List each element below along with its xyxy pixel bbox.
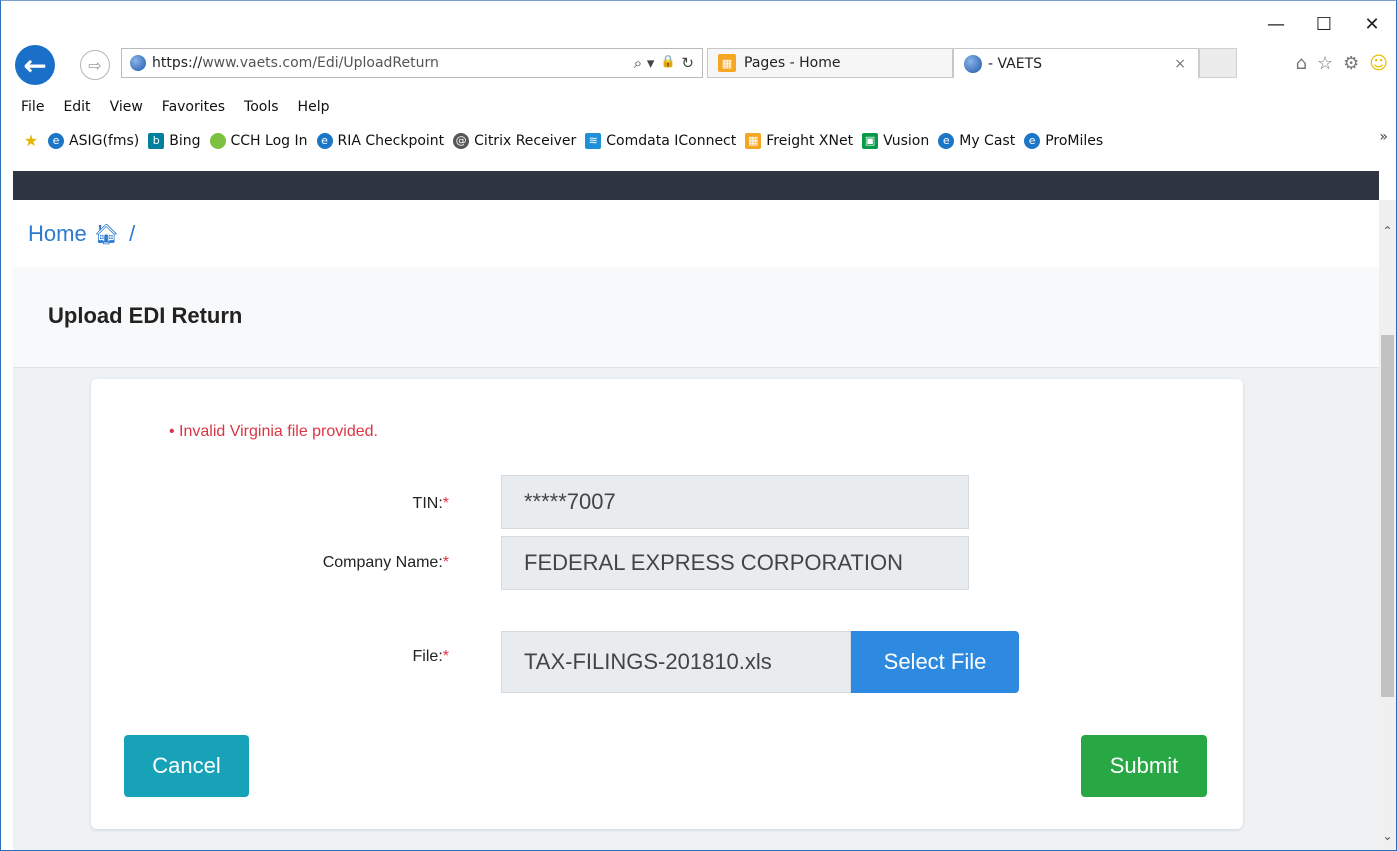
search-dropdown-icon[interactable]: ⌕ ▾ <box>634 54 655 72</box>
tin-field[interactable]: *****7007 <box>501 475 969 529</box>
address-bar[interactable]: https://www.vaets.com/Edi/UploadReturn ⌕… <box>121 48 703 78</box>
tab-title: Pages - Home <box>744 55 841 71</box>
feedback-smiley-icon[interactable]: ☺ <box>1369 53 1388 74</box>
fav-label: Freight XNet <box>766 133 854 149</box>
scrollbar-thumb[interactable] <box>1381 335 1394 697</box>
add-favorite-icon[interactable]: ★ <box>23 133 39 149</box>
url-path: www.vaets.com/Edi/UploadReturn <box>202 55 439 71</box>
favorites-bar: ★ e ASIG(fms) b Bing CCH Log In e RIA Check… <box>23 133 1103 149</box>
fav-label: ProMiles <box>1045 133 1104 149</box>
fav-comdata[interactable]: ≋ Comdata IConnect <box>585 133 736 149</box>
back-arrow-icon[interactable]: ← <box>15 45 55 85</box>
page-header: Upload EDI Return <box>13 267 1379 368</box>
submit-button[interactable]: Submit <box>1081 735 1207 797</box>
menu-edit[interactable]: Edit <box>63 99 90 115</box>
ie-icon: e <box>938 133 955 149</box>
browser-tools: ⌂ ☆ ⚙ ☺ <box>1296 53 1388 74</box>
bing-icon: b <box>148 133 165 149</box>
page-viewport: Home 🏠︎ / Upload EDI Return • Invalid Vi… <box>13 200 1379 850</box>
fav-label: RIA Checkpoint <box>337 133 445 149</box>
scroll-up-icon[interactable]: ⌃ <box>1379 222 1396 239</box>
fav-promiles[interactable]: e ProMiles <box>1024 133 1103 149</box>
ie-icon: e <box>316 133 333 149</box>
pages-tab-icon: ▦ <box>718 54 736 72</box>
tab-title: - VAETS <box>988 55 1043 72</box>
fav-label: Citrix Receiver <box>474 133 577 149</box>
menu-help[interactable]: Help <box>298 99 330 115</box>
fav-cch[interactable]: CCH Log In <box>209 133 308 149</box>
breadcrumb: Home 🏠︎ / <box>13 200 1379 267</box>
cancel-button[interactable]: Cancel <box>124 735 249 797</box>
fav-freight[interactable]: ▦ Freight XNet <box>745 133 853 149</box>
maximize-icon[interactable]: ☐ <box>1300 9 1348 39</box>
forward-arrow-icon[interactable]: ⇨ <box>80 50 110 80</box>
vusion-icon: ▣ <box>862 133 879 149</box>
orange-icon: ▦ <box>745 133 762 149</box>
menu-favorites[interactable]: Favorites <box>162 99 225 115</box>
company-name-field[interactable]: FEDERAL EXPRESS CORPORATION <box>501 536 969 590</box>
required-mark: * <box>442 495 449 512</box>
fav-label: ASIG(fms) <box>69 133 140 149</box>
fav-citrix[interactable]: @ Citrix Receiver <box>453 133 576 149</box>
required-mark: * <box>442 648 449 665</box>
close-tab-icon[interactable]: × <box>1174 56 1186 72</box>
lock-icon[interactable]: 🔒 <box>660 54 675 72</box>
fav-label: Bing <box>169 133 201 149</box>
label-text: File: <box>412 648 443 665</box>
select-file-button[interactable]: Select File <box>851 631 1019 693</box>
url-tools: ⌕ ▾ 🔒 ↻ <box>634 54 694 72</box>
menu-bar: File Edit View Favorites Tools Help <box>21 99 329 115</box>
tab-pages-home[interactable]: ▦ Pages - Home <box>707 48 953 78</box>
upload-form-card: • Invalid Virginia file provided. TIN:* … <box>91 379 1243 829</box>
company-name-label: Company Name:* <box>323 554 449 572</box>
fav-asig[interactable]: e ASIG(fms) <box>48 133 139 149</box>
site-navbar <box>13 171 1379 200</box>
page-scrollbar[interactable]: ⌃ ⌄ <box>1379 200 1396 850</box>
url-scheme: https:// <box>152 55 203 71</box>
comdata-icon: ≋ <box>585 133 602 149</box>
menu-tools[interactable]: Tools <box>244 99 279 115</box>
menu-view[interactable]: View <box>110 99 143 115</box>
fav-ria[interactable]: e RIA Checkpoint <box>316 133 445 149</box>
home-icon[interactable]: 🏠︎ <box>94 222 119 246</box>
window-controls: — ☐ ✕ <box>1252 9 1396 39</box>
cch-icon <box>209 133 226 149</box>
menu-file[interactable]: File <box>21 99 44 115</box>
fav-label: CCH Log In <box>230 133 308 149</box>
close-window-icon[interactable]: ✕ <box>1348 9 1396 39</box>
error-message: • Invalid Virginia file provided. <box>169 423 378 440</box>
settings-gear-icon[interactable]: ⚙ <box>1343 53 1359 74</box>
tab-vaets[interactable]: - VAETS × <box>953 48 1199 78</box>
tin-label: TIN:* <box>413 495 449 513</box>
page-title: Upload EDI Return <box>48 303 243 328</box>
citrix-icon: @ <box>453 133 470 149</box>
fav-label: Comdata IConnect <box>606 133 737 149</box>
breadcrumb-separator: / <box>129 220 136 246</box>
favorites-more-icon[interactable]: » <box>1379 129 1388 145</box>
vaets-tab-icon <box>964 54 982 73</box>
fav-vusion[interactable]: ▣ Vusion <box>862 133 929 149</box>
required-mark: * <box>442 554 449 571</box>
refresh-icon[interactable]: ↻ <box>681 54 694 72</box>
home-toolbar-icon[interactable]: ⌂ <box>1296 53 1307 74</box>
breadcrumb-home-link[interactable]: Home <box>28 221 87 247</box>
scroll-down-icon[interactable]: ⌄ <box>1379 827 1396 844</box>
site-globe-icon <box>130 55 146 71</box>
address-row: ← ⇨ https://www.vaets.com/Edi/UploadRetu… <box>1 45 1396 91</box>
browser-window: — ☐ ✕ ← ⇨ https://www.vaets.com/Edi/Uplo… <box>0 0 1397 851</box>
file-label: File:* <box>413 648 449 666</box>
fav-label: Vusion <box>883 133 930 149</box>
minimize-icon[interactable]: — <box>1252 9 1300 39</box>
ie-icon: e <box>1024 133 1041 149</box>
file-name-field[interactable]: TAX-FILINGS-201810.xls <box>501 631 851 693</box>
favorites-star-icon[interactable]: ☆ <box>1317 53 1333 74</box>
fav-mycast[interactable]: e My Cast <box>938 133 1015 149</box>
fav-bing[interactable]: b Bing <box>148 133 201 149</box>
label-text: Company Name: <box>322 554 443 571</box>
label-text: TIN: <box>412 495 443 512</box>
new-tab-button[interactable] <box>1199 48 1237 78</box>
ie-icon: e <box>48 133 64 149</box>
fav-label: My Cast <box>959 133 1016 149</box>
